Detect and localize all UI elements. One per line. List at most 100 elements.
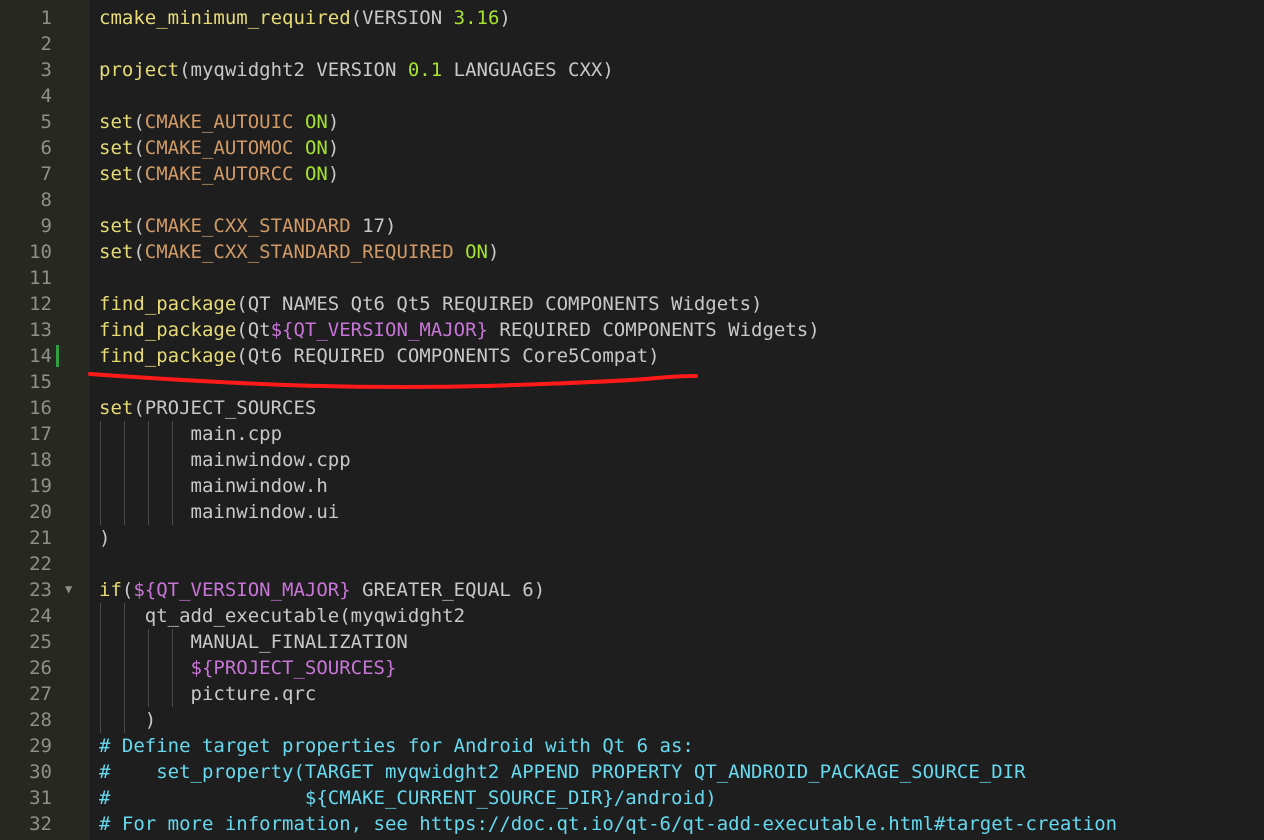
code-line[interactable]: 9 set(CMAKE_CXX_STANDARD 17) [0,213,1264,239]
code-token: (PROJECT_SOURCES [133,397,317,419]
code-token: picture.qrc [99,683,317,705]
line-number: 12 [29,293,52,315]
code-text: find_package(Qt6 REQUIRED COMPONENTS Cor… [99,343,660,369]
indent-guide [100,603,101,733]
code-line[interactable]: 27 picture.qrc [0,681,1264,707]
line-number: 8 [40,189,52,211]
code-token: MANUAL_FINALIZATION [99,631,408,653]
code-line[interactable]: 7 set(CMAKE_AUTORCC ON) [0,161,1264,187]
code-text: mainwindow.h [99,473,328,499]
line-number: 27 [29,683,52,705]
code-line[interactable]: 11 [0,265,1264,291]
code-text: MANUAL_FINALIZATION [99,629,408,655]
code-token: ON [304,163,328,185]
chevron-down-icon[interactable]: ▼ [65,577,72,601]
line-number: 9 [40,215,52,237]
code-token: (Qt6 REQUIRED COMPONENTS Core5Compat) [236,345,660,367]
code-line[interactable]: 30 # set_property(TARGET myqwidght2 APPEN… [0,759,1264,785]
code-token: (Qt [236,319,271,341]
code-token: ( [133,241,145,263]
indent-guide [124,603,125,733]
code-token: main.cpp [99,423,283,445]
code-token: ON [465,241,488,263]
code-text: set(PROJECT_SOURCES [99,395,316,421]
code-editor[interactable]: 1 cmake_minimum_required(VERSION 3.16) 2 3 p… [0,0,1264,840]
code-line[interactable]: 25 MANUAL_FINALIZATION [0,629,1264,655]
code-token: ON [304,111,328,133]
code-token: 3.16 [453,7,500,29]
code-line[interactable]: 1 cmake_minimum_required(VERSION 3.16) [0,5,1264,31]
code-line[interactable]: 4 [0,83,1264,109]
code-text: set(CMAKE_CXX_STANDARD_REQUIRED ON) [99,239,499,265]
code-token: ( [133,163,145,185]
modified-line-marker [56,345,59,367]
code-line[interactable]: 2 [0,31,1264,57]
code-line[interactable]: 14 find_package(Qt6 REQUIRED COMPONENTS C… [0,343,1264,369]
line-number: 26 [29,657,52,679]
code-line[interactable]: 26 ${PROJECT_SOURCES} [0,655,1264,681]
code-line[interactable]: 20 mainwindow.ui [0,499,1264,525]
line-number: 29 [29,735,52,757]
code-line[interactable]: 29 # Define target properties for Android… [0,733,1264,759]
code-line[interactable]: 32 # For more information, see https://do… [0,811,1264,837]
line-number: 24 [29,605,52,627]
code-line[interactable]: 15 [0,369,1264,395]
code-token: set [99,241,134,263]
code-token: 17) [350,215,397,237]
code-token: CMAKE_AUTOUIC [144,111,294,133]
line-number: 18 [29,449,52,471]
code-line[interactable]: 3 project(myqwidght2 VERSION 0.1 LANGUAGE… [0,57,1264,83]
code-line[interactable]: 21) [0,525,1264,551]
code-line[interactable]: 31 # ${CMAKE_CURRENT_SOURCE_DIR}/android) [0,785,1264,811]
code-token: ) [499,7,511,29]
code-line[interactable]: 18 mainwindow.cpp [0,447,1264,473]
code-token: ( [121,579,134,601]
code-line[interactable]: 17 main.cpp [0,421,1264,447]
code-token: find_package [99,293,237,315]
code-token: ( [133,111,145,133]
code-text: # set_property(TARGET myqwidght2 APPEND … [99,759,1026,785]
code-line[interactable]: 13 find_package(Qt${QT_VERSION_MAJOR} REQ… [0,317,1264,343]
code-text: ${PROJECT_SOURCES} [99,655,397,681]
code-line[interactable]: 8 [0,187,1264,213]
code-line[interactable]: 22 [0,551,1264,577]
code-text: if(${QT_VERSION_MAJOR} GREATER_EQUAL 6) [99,577,545,603]
code-line[interactable]: 28 ) [0,707,1264,733]
code-token: ) [327,111,340,133]
code-token: (VERSION [350,7,454,29]
code-token: ${QT_VERSION_MAJOR} [133,579,351,601]
indent-guide [148,629,149,707]
indent-guide [124,421,125,525]
code-token: CMAKE_CXX_STANDARD [144,215,351,237]
code-line[interactable]: 10 set(CMAKE_CXX_STANDARD_REQUIRED ON) [0,239,1264,265]
line-number: 20 [29,501,52,523]
code-token: ) [327,137,340,159]
code-line[interactable]: 5 set(CMAKE_AUTOUIC ON) [0,109,1264,135]
code-token: ${QT_VERSION_MAJOR} [270,319,488,341]
line-number: 13 [29,319,52,341]
code-token: ( [133,137,145,159]
code-text: mainwindow.ui [99,499,340,525]
code-line[interactable]: 19 mainwindow.h [0,473,1264,499]
code-line[interactable]: 24 qt_add_executable(myqwidght2 [0,603,1264,629]
code-line[interactable]: 16 set(PROJECT_SOURCES [0,395,1264,421]
code-token: set [99,111,134,133]
code-line[interactable]: 23 ▼ if(${QT_VERSION_MAJOR} GREATER_EQUAL … [0,577,1264,603]
code-line[interactable]: 6 set(CMAKE_AUTOMOC ON) [0,135,1264,161]
code-text: find_package(QT NAMES Qt6 Qt5 REQUIRED C… [99,291,762,317]
code-text: set(CMAKE_AUTORCC ON) [99,161,339,187]
code-token: LANGUAGES CXX) [442,59,614,81]
code-line[interactable]: 12 find_package(QT NAMES Qt6 Qt5 REQUIRED… [0,291,1264,317]
code-text: # ${CMAKE_CURRENT_SOURCE_DIR}/android) [99,785,717,811]
code-token: ) [327,163,340,185]
code-token: set [99,397,134,419]
line-number: 11 [29,267,52,289]
code-token: mainwindow.ui [99,501,340,523]
line-number: 19 [29,475,52,497]
code-text: mainwindow.cpp [99,447,351,473]
line-number: 7 [40,163,52,185]
line-number: 30 [29,761,52,783]
